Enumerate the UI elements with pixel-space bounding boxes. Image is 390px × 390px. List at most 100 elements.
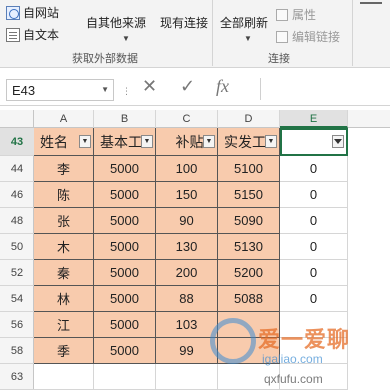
cell-name[interactable]: 陈 (34, 182, 94, 208)
from-text-label: 自文本 (23, 28, 60, 42)
cell-name[interactable]: 木 (34, 234, 94, 260)
cell-net[interactable]: 5150 (218, 182, 280, 208)
cell-net[interactable] (218, 338, 280, 364)
empty-cell[interactable] (218, 364, 280, 390)
cell-e[interactable]: 0 (280, 286, 348, 312)
row-header[interactable]: 54 (0, 286, 34, 312)
filter-dropdown-icon[interactable]: ▼ (203, 134, 215, 148)
row-header[interactable]: 44 (0, 156, 34, 182)
cell-base[interactable]: 5000 (94, 182, 156, 208)
row-header[interactable]: 52 (0, 260, 34, 286)
splitter-handle[interactable]: ⋮ (122, 86, 132, 97)
column-header-c[interactable]: C (156, 110, 218, 128)
filter-dropdown-icon[interactable]: ▼ (141, 134, 153, 148)
cell-e[interactable]: 0 (280, 182, 348, 208)
cell-net[interactable]: 5100 (218, 156, 280, 182)
chevron-down-icon[interactable]: ▼ (101, 85, 109, 94)
filter-dropdown-icon[interactable]: ▼ (79, 134, 91, 148)
cell-name[interactable]: 林 (34, 286, 94, 312)
cell-base[interactable]: 5000 (94, 234, 156, 260)
cell-allowance[interactable]: 100 (156, 156, 218, 182)
refresh-all-button[interactable]: 全部刷新 (220, 14, 268, 31)
filter-dropdown-icon[interactable]: ▼ (265, 134, 277, 148)
cell-base[interactable]: 5000 (94, 260, 156, 286)
row-header[interactable]: 56 (0, 312, 34, 338)
cell-allowance[interactable]: 200 (156, 260, 218, 286)
row-header[interactable]: 46 (0, 182, 34, 208)
header-cell-allowance[interactable]: 补贴 ▼ (156, 128, 218, 156)
cell-base[interactable]: 5000 (94, 208, 156, 234)
existing-connections-button[interactable]: 现有连接 (160, 14, 208, 31)
header-net-label: 实发工 (224, 133, 266, 150)
empty-cell[interactable] (280, 364, 348, 390)
row-header[interactable]: 43 (0, 128, 34, 156)
link-icon (276, 30, 288, 43)
cell-allowance[interactable]: 130 (156, 234, 218, 260)
cell-e[interactable]: 0 (280, 234, 348, 260)
selected-cell-e43[interactable] (280, 128, 348, 156)
header-cell-base-salary[interactable]: 基本工 ▼ (94, 128, 156, 156)
other-sources-caret[interactable]: ▼ (120, 30, 130, 44)
cell-name[interactable]: 秦 (34, 260, 94, 286)
cell-allowance[interactable]: 99 (156, 338, 218, 364)
refresh-all-caret[interactable]: ▼ (242, 30, 252, 44)
cell-base[interactable]: 5000 (94, 338, 156, 364)
cell-name[interactable]: 季 (34, 338, 94, 364)
row-header[interactable]: 58 (0, 338, 34, 364)
cell-allowance[interactable]: 88 (156, 286, 218, 312)
cell-net[interactable]: 5090 (218, 208, 280, 234)
cell-allowance[interactable]: 103 (156, 312, 218, 338)
row-header[interactable]: 50 (0, 234, 34, 260)
table-row (34, 364, 390, 390)
text-file-icon (6, 27, 20, 42)
truncated-ribbon-item[interactable] (360, 2, 382, 12)
cell-net[interactable] (218, 312, 280, 338)
cell-e[interactable]: 0 (280, 156, 348, 182)
enter-icon[interactable]: ✓ (180, 76, 195, 97)
cell-net[interactable]: 5130 (218, 234, 280, 260)
cell-e[interactable]: 0 (280, 260, 348, 286)
name-box[interactable]: E43 ▼ (6, 79, 114, 101)
row-header[interactable]: 63 (0, 364, 34, 390)
cell-name[interactable]: 张 (34, 208, 94, 234)
cell-name[interactable]: 李 (34, 156, 94, 182)
from-web-button[interactable]: 自网站 (6, 4, 59, 21)
header-cell-net-salary[interactable]: 实发工 ▼ (218, 128, 280, 156)
header-allowance-label: 补贴 (175, 133, 204, 150)
column-header-a[interactable]: A (34, 110, 94, 128)
select-all-button[interactable] (0, 110, 34, 128)
cell-e[interactable] (280, 338, 348, 364)
filter-funnel-icon[interactable] (332, 135, 344, 148)
empty-cell[interactable] (94, 364, 156, 390)
cell-name[interactable]: 江 (34, 312, 94, 338)
ribbon-divider (352, 0, 353, 66)
empty-cell[interactable] (34, 364, 94, 390)
cell-base[interactable]: 5000 (94, 156, 156, 182)
column-header-d[interactable]: D (218, 110, 280, 128)
header-cell-name[interactable]: 姓名 ▼ (34, 128, 94, 156)
cell-e[interactable] (280, 312, 348, 338)
cell-e[interactable]: 0 (280, 208, 348, 234)
table-row: 李 5000 100 5100 0 (34, 156, 390, 182)
worksheet-grid: 姓名 ▼ 基本工 ▼ 补贴 ▼ 实发工 ▼ 李 5000 100 5100 0 … (34, 128, 390, 390)
column-header-b[interactable]: B (94, 110, 156, 128)
other-sources-label: 自其他来源 (86, 16, 147, 30)
cell-base[interactable]: 5000 (94, 312, 156, 338)
properties-button[interactable]: 属性 (276, 6, 316, 23)
refresh-all-label: 全部刷新 (220, 16, 269, 30)
row-header[interactable]: 48 (0, 208, 34, 234)
column-header-e[interactable]: E (280, 110, 348, 128)
cell-net[interactable]: 5088 (218, 286, 280, 312)
from-text-button[interactable]: 自文本 (6, 26, 59, 43)
edit-links-button[interactable]: 编辑链接 (276, 28, 340, 45)
cell-allowance[interactable]: 150 (156, 182, 218, 208)
table-row: 林 5000 88 5088 0 (34, 286, 390, 312)
cancel-icon[interactable]: ✕ (142, 76, 157, 97)
cell-allowance[interactable]: 90 (156, 208, 218, 234)
empty-cell[interactable] (156, 364, 218, 390)
insert-function-button[interactable]: fx (216, 76, 229, 97)
cell-net[interactable]: 5200 (218, 260, 280, 286)
cell-base[interactable]: 5000 (94, 286, 156, 312)
properties-icon (276, 8, 288, 21)
other-sources-button[interactable]: 自其他来源 (86, 14, 146, 31)
